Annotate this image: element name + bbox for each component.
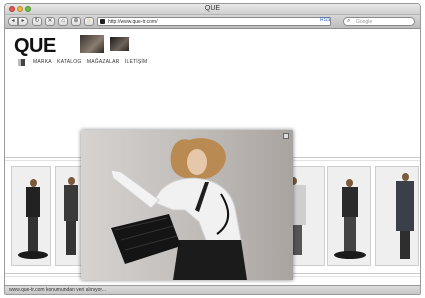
- header-thumbnail-2[interactable]: [110, 37, 129, 51]
- address-bar[interactable]: http://www.que-tr.com/: [97, 17, 331, 26]
- lightbox-photo[interactable]: [81, 130, 293, 280]
- site-nav: MARKA KATALOG MAĞAZALAR İLETİŞİM: [33, 59, 151, 65]
- site-logo[interactable]: QUE: [14, 35, 56, 58]
- model-figure: [18, 251, 48, 259]
- search-placeholder[interactable]: Google: [356, 19, 372, 25]
- nav-item-magazalar[interactable]: MAĞAZALAR: [87, 59, 120, 65]
- model-figure: [30, 179, 37, 187]
- status-bar: www.que-tr.com konumundan veri alınıyor.…: [5, 285, 420, 294]
- model-figure: [68, 177, 75, 185]
- model-figure: [396, 181, 414, 231]
- model-figure: [66, 221, 76, 255]
- catalog-photo[interactable]: [11, 166, 51, 266]
- catalog-photo[interactable]: [327, 166, 371, 266]
- window-title: QUE: [204, 5, 221, 12]
- forward-button[interactable]: ▸: [18, 17, 28, 26]
- model-figure: [402, 173, 409, 181]
- star-icon[interactable]: ☆: [84, 17, 94, 26]
- model-figure: [64, 185, 78, 221]
- title-bar: QUE: [5, 4, 420, 15]
- favicon-icon: [100, 19, 105, 24]
- search-field[interactable]: ⌕ Google: [343, 17, 415, 26]
- nav-item-marka[interactable]: MARKA: [33, 59, 52, 65]
- model-figure: [334, 251, 366, 259]
- rss-icon[interactable]: RSS: [320, 17, 330, 23]
- model-photo-illustration: [110, 138, 247, 280]
- browser-toolbar: ◂ ▸ ↻ ✕ ⌂ ⊕ ☆ http://www.que-tr.com/ RSS…: [5, 15, 420, 29]
- stop-button[interactable]: ✕: [45, 17, 55, 26]
- search-icon: ⌕: [347, 18, 351, 24]
- menu-icon: [18, 59, 25, 66]
- add-bookmark-button[interactable]: ⊕: [71, 17, 81, 26]
- nav-item-iletisim[interactable]: İLETİŞİM: [125, 59, 147, 65]
- model-figure: [28, 217, 38, 253]
- back-button[interactable]: ◂: [8, 17, 18, 26]
- model-figure: [26, 187, 40, 217]
- close-lightbox-button[interactable]: [283, 133, 289, 139]
- reload-button[interactable]: ↻: [32, 17, 42, 26]
- catalog-photo[interactable]: [375, 166, 419, 266]
- web-page: QUE MARKA KATALOG MAĞAZALAR İLETİŞİM: [5, 30, 420, 285]
- nav-item-katalog[interactable]: KATALOG: [57, 59, 81, 65]
- home-button[interactable]: ⌂: [58, 17, 68, 26]
- model-figure: [344, 217, 356, 253]
- model-figure: [400, 231, 410, 259]
- status-text: www.que-tr.com konumundan veri alınıyor.…: [9, 287, 106, 293]
- browser-window: QUE ◂ ▸ ↻ ✕ ⌂ ⊕ ☆ http://www.que-tr.com/…: [4, 3, 421, 295]
- url-text[interactable]: http://www.que-tr.com/: [108, 19, 157, 25]
- model-figure: [346, 179, 353, 187]
- model-figure: [342, 187, 358, 217]
- header-thumbnail-1[interactable]: [80, 35, 104, 53]
